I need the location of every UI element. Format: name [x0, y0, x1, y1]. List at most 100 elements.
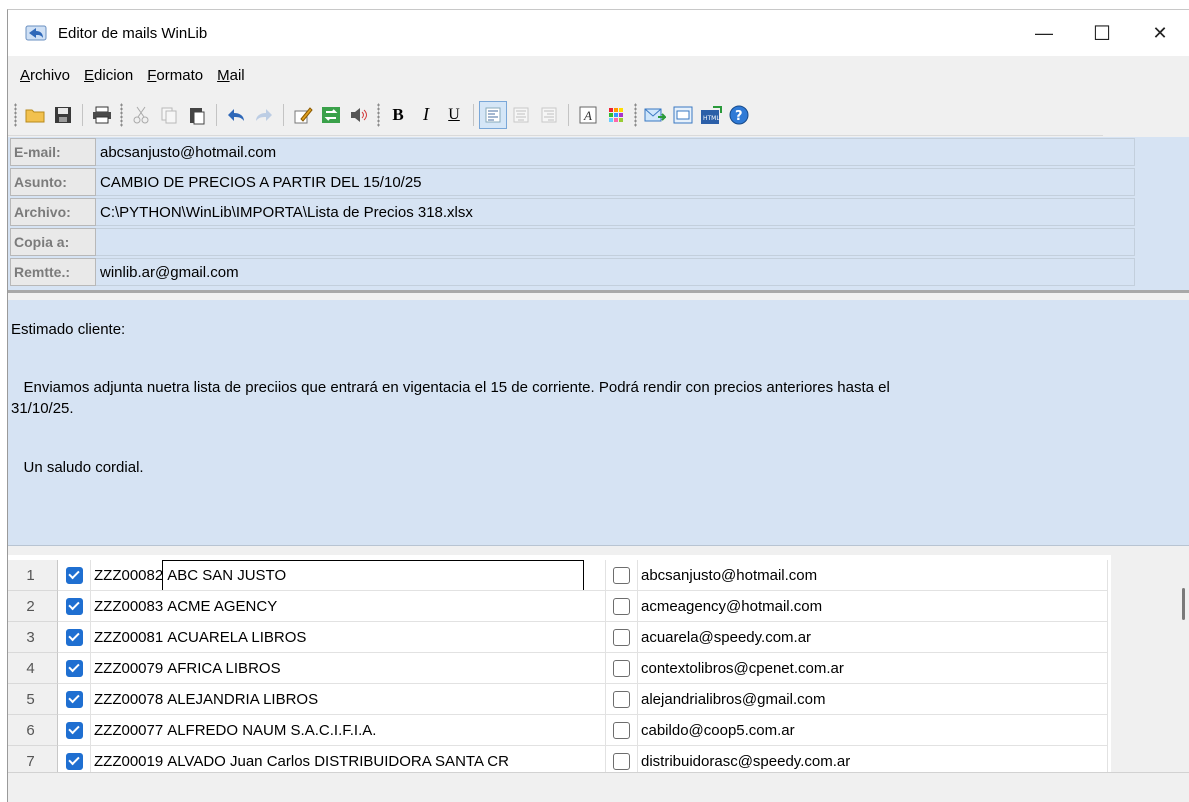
- menu-formato-label: ormato: [156, 66, 204, 84]
- row-number-label: 4: [26, 659, 35, 677]
- sound-icon[interactable]: [345, 101, 373, 129]
- send-mail-icon[interactable]: [641, 101, 669, 129]
- table-row[interactable]: 4 ZZZ00079 AFRICA LIBROS contextolibros@cpe…: [8, 653, 1111, 684]
- toolbar: B I U A HTML ?: [8, 94, 1103, 136]
- client-email[interactable]: contextolibros@cpenet.com.ar: [638, 653, 1108, 684]
- close-button[interactable]: ✕: [1131, 10, 1189, 56]
- table-row[interactable]: 5 ZZZ00078 ALEJANDRIA LIBROS alejandrialibr…: [8, 684, 1111, 715]
- cc-checkbox[interactable]: [613, 566, 630, 584]
- message-body-editor[interactable]: Estimado cliente: Enviamos adjunta nuetr…: [8, 300, 1189, 546]
- client-email[interactable]: alejandrialibros@gmail.com: [638, 684, 1108, 715]
- client-email[interactable]: cabildo@coop5.com.ar: [638, 715, 1108, 746]
- client-email[interactable]: abcsanjusto@hotmail.com: [638, 560, 1108, 591]
- client-cell[interactable]: ZZZ00078 ALEJANDRIA LIBROS: [91, 684, 606, 715]
- row-number: 4: [8, 653, 58, 684]
- mail-editor-window: Editor de mails WinLib — ☐ ✕ Archivo Edi…: [7, 9, 1189, 802]
- cc-checkbox[interactable]: [613, 628, 630, 646]
- client-email[interactable]: acuarela@speedy.com.ar: [638, 622, 1108, 653]
- client-cell[interactable]: ZZZ00083 ACME AGENCY: [91, 591, 606, 622]
- client-name[interactable]: ACME AGENCY: [163, 598, 277, 615]
- align-left-icon[interactable]: [479, 100, 507, 129]
- replace-icon[interactable]: [317, 101, 345, 129]
- client-name[interactable]: ACUARELA LIBROS: [163, 629, 306, 646]
- cc-field[interactable]: [96, 228, 1135, 256]
- client-name[interactable]: ALVADO Juan Carlos DISTRIBUIDORA SANTA C…: [163, 753, 509, 770]
- attachment-field[interactable]: C:\PYTHON\WinLib\IMPORTA\Lista de Precio…: [96, 198, 1135, 226]
- include-checkbox-cell: [58, 591, 91, 622]
- include-checkbox[interactable]: [65, 721, 83, 739]
- cc-checkbox-cell: [606, 653, 638, 684]
- include-checkbox[interactable]: [65, 628, 83, 646]
- preview-icon[interactable]: [669, 101, 697, 129]
- include-checkbox[interactable]: [65, 752, 83, 770]
- include-checkbox-cell: [58, 715, 91, 746]
- client-name[interactable]: AFRICA LIBROS: [163, 660, 280, 677]
- include-checkbox-cell: [58, 653, 91, 684]
- toolbar-separator: [568, 103, 569, 126]
- bold-icon[interactable]: B: [384, 101, 412, 129]
- underline-icon[interactable]: U: [440, 101, 468, 129]
- help-icon[interactable]: ?: [725, 101, 753, 129]
- client-cell[interactable]: ZZZ00081 ACUARELA LIBROS: [91, 622, 606, 653]
- table-row[interactable]: 1 ZZZ00082 ABC SAN JUSTO abcsanjusto@hotmai…: [8, 560, 1111, 591]
- print-icon[interactable]: [88, 101, 116, 129]
- toolbar-grip[interactable]: [377, 102, 380, 127]
- toolbar-separator: [82, 103, 83, 126]
- save-icon[interactable]: [49, 101, 77, 129]
- cc-checkbox[interactable]: [613, 721, 630, 739]
- paste-icon[interactable]: [183, 101, 211, 129]
- body-greeting: Estimado cliente:: [11, 321, 126, 338]
- redo-icon[interactable]: [250, 101, 278, 129]
- row-number-label: 5: [26, 690, 35, 708]
- client-name[interactable]: ALFREDO NAUM S.A.C.I.F.I.A.: [163, 722, 376, 739]
- include-checkbox[interactable]: [65, 690, 83, 708]
- html-icon[interactable]: HTML: [697, 101, 725, 129]
- menu-mail[interactable]: Mail: [217, 67, 245, 84]
- align-center-icon[interactable]: [507, 101, 535, 129]
- italic-icon[interactable]: I: [412, 101, 440, 129]
- table-row[interactable]: 6 ZZZ00077 ALFREDO NAUM S.A.C.I.F.I.A. cabi…: [8, 715, 1111, 746]
- maximize-button[interactable]: ☐: [1073, 10, 1131, 56]
- undo-icon[interactable]: [222, 101, 250, 129]
- underline-label: U: [448, 105, 460, 123]
- cc-checkbox[interactable]: [613, 597, 630, 615]
- toolbar-separator: [216, 103, 217, 126]
- toolbar-grip[interactable]: [634, 102, 637, 127]
- menu-formato[interactable]: Formato: [147, 67, 203, 84]
- table-row[interactable]: 2 ZZZ00083 ACME AGENCY acmeagency@hotmail.c…: [8, 591, 1111, 622]
- edit-icon[interactable]: [289, 101, 317, 129]
- client-name[interactable]: ALEJANDRIA LIBROS: [163, 691, 318, 708]
- client-cell[interactable]: ZZZ00079 AFRICA LIBROS: [91, 653, 606, 684]
- svg-text:A: A: [583, 108, 592, 123]
- client-name[interactable]: ABC SAN JUSTO: [162, 560, 585, 590]
- scrollbar-thumb[interactable]: [1182, 588, 1185, 620]
- cc-checkbox[interactable]: [613, 690, 630, 708]
- align-right-icon[interactable]: [535, 101, 563, 129]
- client-cell[interactable]: ZZZ00082 ABC SAN JUSTO: [91, 560, 606, 591]
- cc-checkbox[interactable]: [613, 659, 630, 677]
- color-icon[interactable]: [602, 101, 630, 129]
- include-checkbox[interactable]: [65, 597, 83, 615]
- open-folder-icon[interactable]: [21, 101, 49, 129]
- toolbar-grip[interactable]: [14, 102, 17, 127]
- menu-edicion[interactable]: Edicion: [84, 67, 133, 84]
- toolbar-grip[interactable]: [120, 102, 123, 127]
- cc-checkbox[interactable]: [613, 752, 630, 770]
- menu-archivo[interactable]: Archivo: [20, 67, 70, 84]
- cut-icon[interactable]: [127, 101, 155, 129]
- minimize-button[interactable]: —: [1015, 10, 1073, 56]
- client-cell[interactable]: ZZZ00077 ALFREDO NAUM S.A.C.I.F.I.A.: [91, 715, 606, 746]
- client-email[interactable]: acmeagency@hotmail.com: [638, 591, 1108, 622]
- title-bar[interactable]: Editor de mails WinLib — ☐ ✕: [8, 10, 1189, 56]
- email-field[interactable]: abcsanjusto@hotmail.com: [96, 138, 1135, 166]
- font-icon[interactable]: A: [574, 101, 602, 129]
- copy-icon[interactable]: [155, 101, 183, 129]
- subject-field[interactable]: CAMBIO DE PRECIOS A PARTIR DEL 15/10/25: [96, 168, 1135, 196]
- row-number-label: 1: [26, 566, 35, 584]
- table-row[interactable]: 3 ZZZ00081 ACUARELA LIBROS acuarela@speedy.…: [8, 622, 1111, 653]
- sender-field[interactable]: winlib.ar@gmail.com: [96, 258, 1135, 286]
- client-code: ZZZ00019: [94, 752, 164, 770]
- cc-checkbox-cell: [606, 591, 638, 622]
- include-checkbox[interactable]: [65, 659, 83, 677]
- include-checkbox[interactable]: [65, 566, 83, 584]
